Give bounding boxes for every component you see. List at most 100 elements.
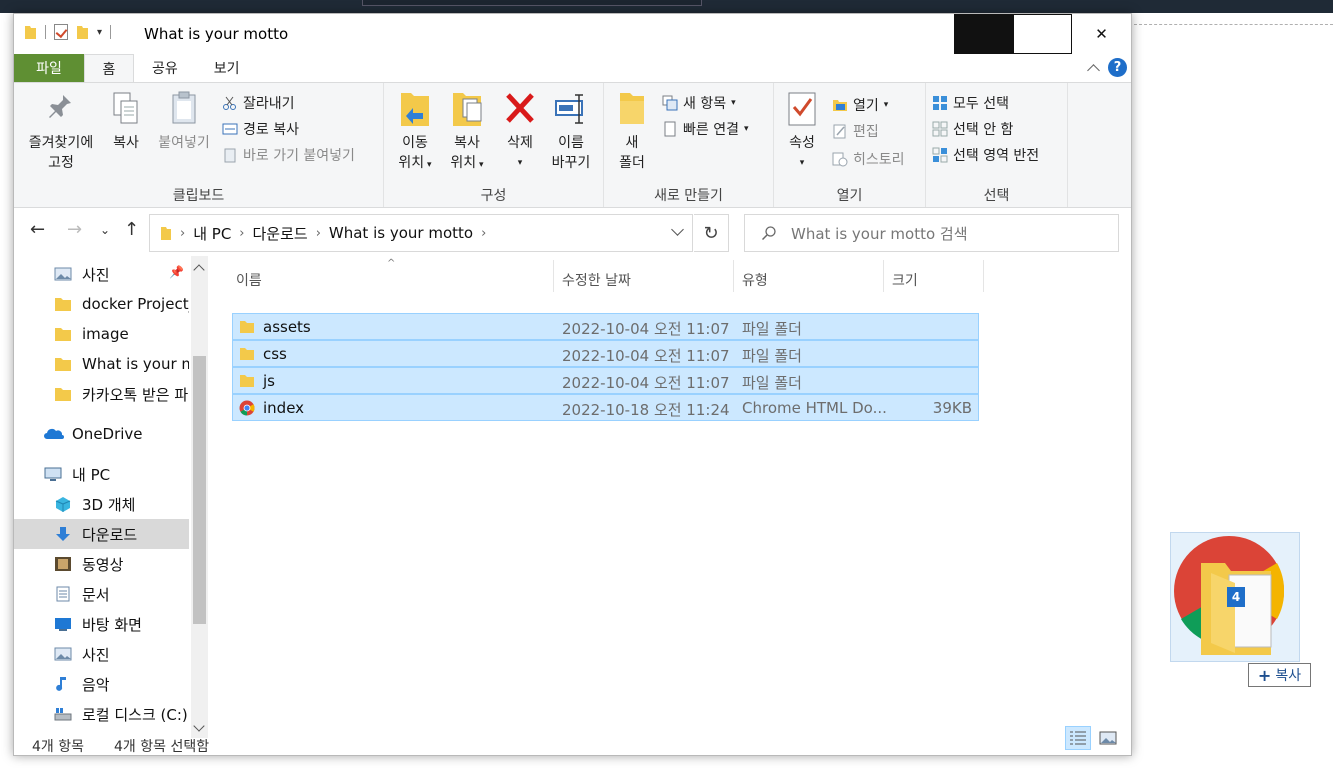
breadcrumb-downloads[interactable]: 다운로드 [253, 223, 308, 244]
nav-item-music[interactable]: 음악 [14, 669, 189, 699]
easy-access-button[interactable]: 빠른 연결 ▾ [662, 117, 749, 141]
file-row-index[interactable]: index 2022-10-18 오전 11:24 Chrome HTML Do… [232, 394, 979, 421]
select-all-button[interactable]: 모두 선택 [932, 91, 1009, 115]
properties-qat-icon[interactable] [54, 24, 68, 40]
new-group: 새 폴더 새 항목 ▾ 빠른 연결 ▾ 새로 만들기 [604, 83, 774, 207]
file-row-assets[interactable]: assets 2022-10-04 오전 11:07 파일 폴더 [232, 313, 979, 340]
collapse-ribbon-icon[interactable] [1087, 63, 1100, 77]
minimize-button[interactable] [954, 14, 1013, 54]
breadcrumb-separator-icon[interactable]: › [316, 226, 321, 241]
column-divider[interactable] [883, 260, 884, 292]
nav-item-pictures-pinned[interactable]: 사진 📌 [14, 259, 189, 289]
copy-path-button[interactable]: 경로 복사 [222, 117, 299, 141]
nav-item-image[interactable]: image [14, 319, 189, 349]
easy-access-icon [662, 121, 678, 137]
cut-button[interactable]: 잘라내기 [222, 91, 295, 115]
search-placeholder: What is your motto 검색 [791, 224, 968, 243]
file-date: 2022-10-04 오전 11:07 [562, 374, 730, 392]
tab-view[interactable]: 보기 [196, 54, 258, 82]
large-icons-view-button[interactable] [1095, 726, 1121, 750]
new-folder-button[interactable]: 새 폴더 [612, 89, 652, 173]
file-date: 2022-10-18 오전 11:24 [562, 401, 730, 419]
nav-item-kakaotalk-files[interactable]: 카카오톡 받은 파일 [14, 379, 189, 409]
nav-item-pictures[interactable]: 사진 [14, 639, 189, 669]
nav-item-this-pc[interactable]: 내 PC [14, 459, 189, 489]
history-button[interactable]: 히스토리 [832, 147, 905, 171]
tab-share[interactable]: 공유 [134, 54, 196, 82]
search-input[interactable]: What is your motto 검색 [744, 214, 1119, 252]
delete-button[interactable]: 삭제 ▾ [500, 89, 540, 173]
column-header-date-modified[interactable]: 수정한 날짜 [562, 264, 631, 296]
breadcrumb-this-pc[interactable]: 내 PC [193, 223, 231, 244]
column-divider[interactable] [983, 260, 984, 292]
file-row-css[interactable]: css 2022-10-04 오전 11:07 파일 폴더 [232, 340, 979, 367]
close-icon: ✕ [1095, 25, 1108, 43]
address-bar[interactable]: › 내 PC › 다운로드 › What is your motto › [149, 214, 693, 252]
details-view-button[interactable] [1065, 726, 1091, 750]
customize-qat-icon[interactable]: ▾ [97, 27, 102, 38]
scroll-up-icon[interactable] [193, 264, 205, 276]
forward-arrow-icon[interactable]: → [67, 219, 82, 240]
documents-icon [54, 586, 72, 602]
column-header-size[interactable]: 크기 [892, 264, 918, 296]
rename-icon [555, 89, 587, 129]
file-type: 파일 폴더 [742, 347, 802, 365]
nav-item-onedrive[interactable]: OneDrive [14, 419, 189, 449]
properties-button[interactable]: 속성 ▾ [782, 89, 822, 173]
paste-shortcut-label: 바로 가기 붙여넣기 [243, 148, 355, 164]
new-folder-qat-icon[interactable] [76, 24, 89, 40]
up-arrow-icon[interactable]: ↑ [124, 219, 139, 240]
new-item-button[interactable]: 새 항목 ▾ [662, 91, 736, 115]
column-header-type[interactable]: 유형 [742, 264, 768, 296]
address-dropdown-icon[interactable] [671, 223, 684, 236]
column-header-name[interactable]: 이름 [236, 264, 262, 296]
delete-label: 삭제 [507, 135, 533, 151]
move-to-button[interactable]: 이동 위치 ▾ [392, 89, 438, 175]
nav-item-local-disk[interactable]: 로컬 디스크 (C:) [14, 699, 189, 729]
onedrive-icon [44, 426, 64, 442]
background-dashed-line [1134, 24, 1333, 25]
open-button[interactable]: 열기 ▾ [832, 93, 888, 117]
paste-button[interactable]: 붙여넣기 [152, 89, 216, 153]
nav-item-downloads[interactable]: 다운로드 [14, 519, 189, 549]
maximize-button[interactable] [1013, 14, 1072, 54]
copy-to-button[interactable]: 복사 위치 ▾ [444, 89, 490, 175]
nav-scrollbar[interactable] [191, 256, 208, 738]
invert-selection-button[interactable]: 선택 영역 반전 [932, 143, 1039, 167]
title-bar: ▾ What is your motto ✕ [14, 14, 1131, 54]
tab-home[interactable]: 홈 [84, 54, 134, 82]
column-divider[interactable] [733, 260, 734, 292]
folder-icon [54, 356, 72, 372]
breadcrumb-current-folder[interactable]: What is your motto [329, 224, 473, 242]
drag-copy-label: 복사 [1275, 668, 1302, 684]
nav-item-label: OneDrive [72, 425, 143, 443]
rename-button[interactable]: 이름 바꾸기 [546, 89, 596, 173]
paste-shortcut-button[interactable]: 바로 가기 붙여넣기 [222, 143, 355, 167]
breadcrumb-separator-icon[interactable]: › [481, 226, 486, 241]
nav-item-documents[interactable]: 문서 [14, 579, 189, 609]
nav-item-what-is-your-motto[interactable]: What is your motto [14, 349, 189, 379]
column-divider[interactable] [553, 260, 554, 292]
scroll-down-icon[interactable] [193, 720, 205, 732]
edit-button[interactable]: 편집 [832, 119, 879, 143]
breadcrumb-separator-icon[interactable]: › [239, 226, 244, 241]
invert-selection-icon [932, 147, 948, 163]
file-row-js[interactable]: js 2022-10-04 오전 11:07 파일 폴더 [232, 367, 979, 394]
scrollbar-thumb[interactable] [193, 356, 206, 624]
nav-item-desktop[interactable]: 바탕 화면 [14, 609, 189, 639]
plus-icon: + [1257, 665, 1272, 685]
help-icon[interactable]: ? [1108, 58, 1127, 77]
close-button[interactable]: ✕ [1072, 14, 1131, 54]
nav-item-videos[interactable]: 동영상 [14, 549, 189, 579]
back-arrow-icon[interactable]: ← [30, 219, 45, 240]
nav-item-3d-objects[interactable]: 3D 개체 [14, 489, 189, 519]
tab-file[interactable]: 파일 [14, 54, 84, 82]
copy-button[interactable]: 복사 [106, 89, 146, 153]
refresh-button[interactable]: ↻ [694, 214, 729, 252]
nav-item-label: 내 PC [72, 465, 111, 484]
recent-locations-icon[interactable]: ⌄ [100, 223, 110, 237]
file-type: 파일 폴더 [742, 320, 802, 338]
pin-to-quick-access-button[interactable]: 즐겨찾기에 고정 [22, 89, 100, 173]
select-none-button[interactable]: 선택 안 함 [932, 117, 1013, 141]
nav-item-docker-project[interactable]: docker Project_1 [14, 289, 189, 319]
